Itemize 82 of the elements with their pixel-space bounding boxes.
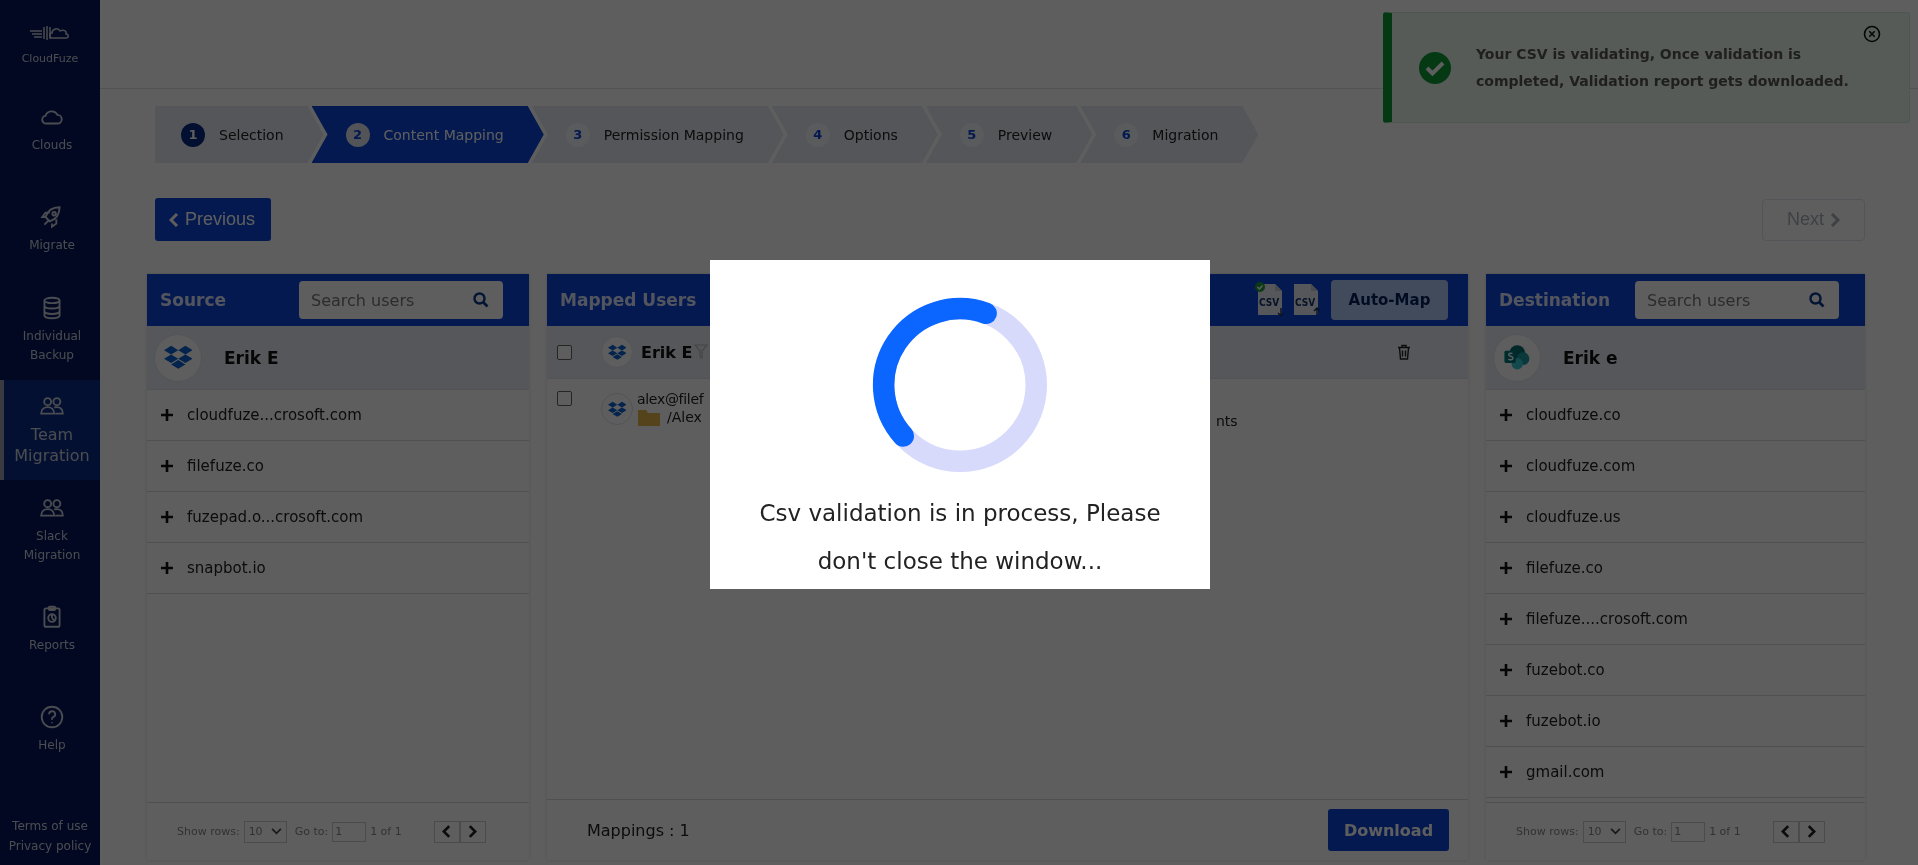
footer-link[interactable]: Privacy policy (8, 839, 92, 853)
panel-title: Mapped Users (560, 290, 697, 310)
chevron-right-icon (468, 825, 478, 838)
download-button[interactable]: Download (1328, 809, 1449, 851)
wizard-step[interactable]: 5 Preview (925, 106, 1093, 163)
folder-path: /Alex (667, 409, 702, 425)
user-email: alex@filef (637, 391, 705, 407)
domain-item[interactable]: cloudfuze.com (1486, 441, 1865, 492)
csv-file-icon[interactable]: CSV (1291, 282, 1321, 318)
domain-item[interactable]: fuzepad.o...crosoft.com (147, 492, 529, 543)
wizard-step[interactable]: 6 Migration (1080, 106, 1259, 163)
domain-item[interactable]: cloudfuze.us (1486, 492, 1865, 543)
caret-icon (270, 828, 282, 835)
sharepoint-icon (1502, 343, 1532, 372)
dialog-message: Csv validation is in process, Please don't close the window... (758, 499, 1162, 576)
filter-icon (694, 344, 709, 360)
plus-icon (1500, 409, 1512, 421)
nav-item[interactable]: Reports (0, 580, 100, 680)
mappings-count: Mappings : 1 (587, 820, 690, 840)
footer-link[interactable]: Terms of use (12, 819, 88, 833)
chevron-left-icon (442, 825, 452, 838)
nav-item[interactable]: Slack Migration (0, 480, 100, 580)
domain-item[interactable]: cloudfuze...crosoft.com (147, 390, 529, 441)
search-icon (473, 292, 489, 308)
next-page-button[interactable] (459, 820, 486, 843)
close-icon[interactable] (1863, 25, 1881, 43)
previous-page-button[interactable] (1772, 820, 1799, 843)
nav-item[interactable]: Help (0, 680, 100, 780)
caret-icon (1609, 828, 1621, 835)
csv-file-icon[interactable]: CSV (1255, 282, 1285, 318)
wizard-step[interactable]: 2 Content Mapping (311, 106, 544, 163)
domain-item[interactable]: cloudfuze.co (1486, 390, 1865, 441)
plus-icon (1500, 511, 1512, 523)
plus-icon (1500, 766, 1512, 778)
wizard-step[interactable]: 4 Options (771, 106, 938, 163)
domain-item[interactable]: filefuze....crosoft.com (1486, 594, 1865, 645)
wizard-step[interactable]: 1 Selection (155, 106, 324, 163)
dropbox-icon (607, 399, 627, 419)
nav-item[interactable]: Individual Backup (0, 280, 100, 380)
spinner-icon (872, 297, 1048, 473)
domain-item[interactable]: filefuze.co (147, 441, 529, 492)
folder-path: nts (1216, 413, 1238, 429)
panel-title: Destination (1499, 290, 1611, 310)
plus-icon (1500, 460, 1512, 472)
plus-icon (161, 460, 173, 472)
previous-button[interactable]: Previous (155, 198, 272, 241)
checkbox[interactable] (557, 391, 572, 406)
plus-icon (1500, 562, 1512, 574)
help-icon (39, 704, 65, 731)
plus-icon (161, 562, 173, 574)
panel-title: Source (160, 290, 227, 310)
nav-item[interactable]: Clouds (0, 80, 100, 180)
plus-icon (161, 511, 173, 523)
domain-item[interactable]: filefuze.co (1486, 543, 1865, 594)
plus-icon (1500, 613, 1512, 625)
domain-item[interactable]: snapbot.io (147, 543, 529, 594)
next-page-button[interactable] (1798, 820, 1825, 843)
user-name: Erik E (224, 347, 279, 368)
domain-item[interactable]: gmail.com (1486, 747, 1865, 798)
chevron-right-icon (1830, 212, 1840, 227)
trash-icon[interactable] (1397, 344, 1411, 360)
plus-icon (161, 409, 173, 421)
plus-icon (1500, 664, 1512, 676)
search-icon (1809, 292, 1825, 308)
dropbox-icon (607, 342, 627, 362)
domain-item[interactable]: fuzebot.io (1486, 696, 1865, 747)
brand-name: CloudFuze (21, 51, 79, 65)
check-circle-icon (1418, 50, 1452, 85)
nav-item[interactable]: Migrate (0, 180, 100, 280)
folder-icon (637, 407, 661, 427)
checkbox[interactable] (557, 344, 572, 360)
user-name: Erik e (1563, 347, 1618, 368)
chevron-right-icon (1807, 825, 1817, 838)
user-name: Erik E (641, 342, 693, 362)
chevron-left-icon (1781, 825, 1791, 838)
previous-page-button[interactable] (433, 820, 460, 843)
wizard-step[interactable]: 3 Permission Mapping (531, 106, 784, 163)
toast-message: Your CSV is validating, Once validation is completed, Validation report gets downloaded. (1476, 44, 1850, 91)
nav-item[interactable]: Team Migration (0, 380, 100, 480)
chevron-left-icon (169, 212, 179, 227)
domain-item[interactable]: fuzebot.co (1486, 645, 1865, 696)
plus-icon (1500, 715, 1512, 727)
